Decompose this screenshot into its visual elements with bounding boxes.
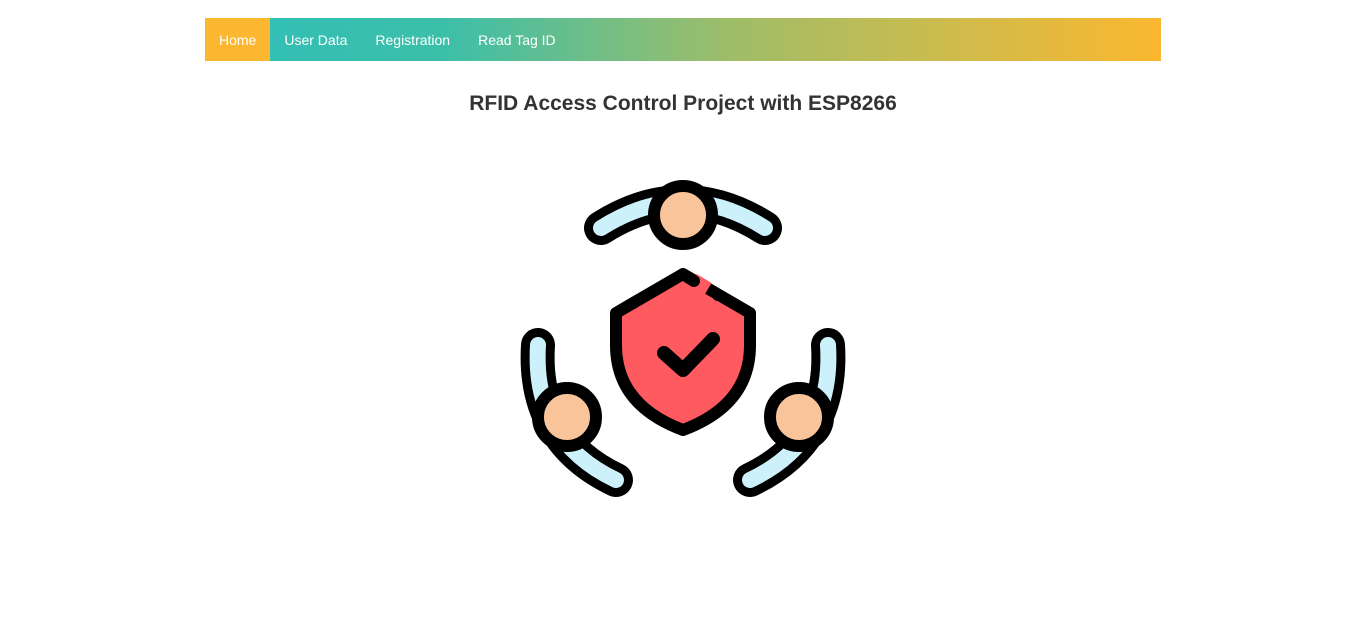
nav-user-data[interactable]: User Data [270,18,361,61]
page-title: RFID Access Control Project with ESP8266 [469,92,897,115]
left-person-icon [520,328,633,497]
nav-read-tag-id[interactable]: Read Tag ID [464,18,570,61]
shield-check-people-icon [520,180,846,497]
top-person-icon [584,180,782,250]
shield-icon [610,268,756,436]
top-navigation: Home User Data Registration Read Tag ID [205,18,1161,61]
right-person-icon [733,328,846,497]
nav-registration[interactable]: Registration [361,18,464,61]
nav-home[interactable]: Home [205,18,271,61]
